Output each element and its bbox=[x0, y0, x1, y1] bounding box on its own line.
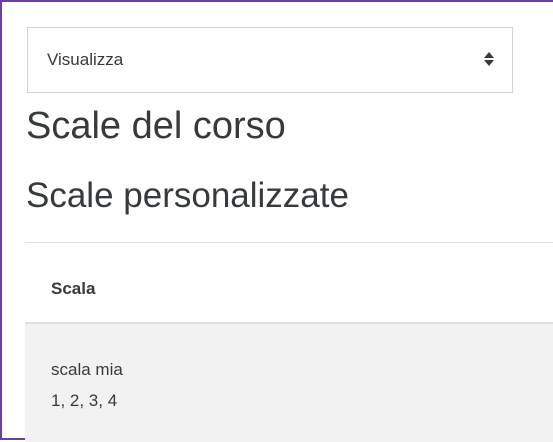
page-frame: Visualizza Scale del corso Scale persona… bbox=[0, 0, 553, 442]
page-title: Scale del corso bbox=[26, 105, 286, 147]
sort-arrows-icon bbox=[484, 52, 494, 66]
table-row: scala mia 1, 2, 3, 4 bbox=[25, 324, 553, 442]
view-select[interactable]: Visualizza bbox=[27, 27, 513, 93]
table-header: Scala bbox=[25, 242, 553, 324]
scale-items: 1, 2, 3, 4 bbox=[51, 391, 118, 410]
scales-table: Scala scala mia 1, 2, 3, 4 bbox=[25, 242, 553, 442]
view-select-value: Visualizza bbox=[47, 50, 124, 69]
scale-name: scala mia bbox=[51, 360, 123, 379]
column-header-scala: Scala bbox=[51, 279, 96, 298]
section-title: Scale personalizzate bbox=[26, 176, 349, 215]
